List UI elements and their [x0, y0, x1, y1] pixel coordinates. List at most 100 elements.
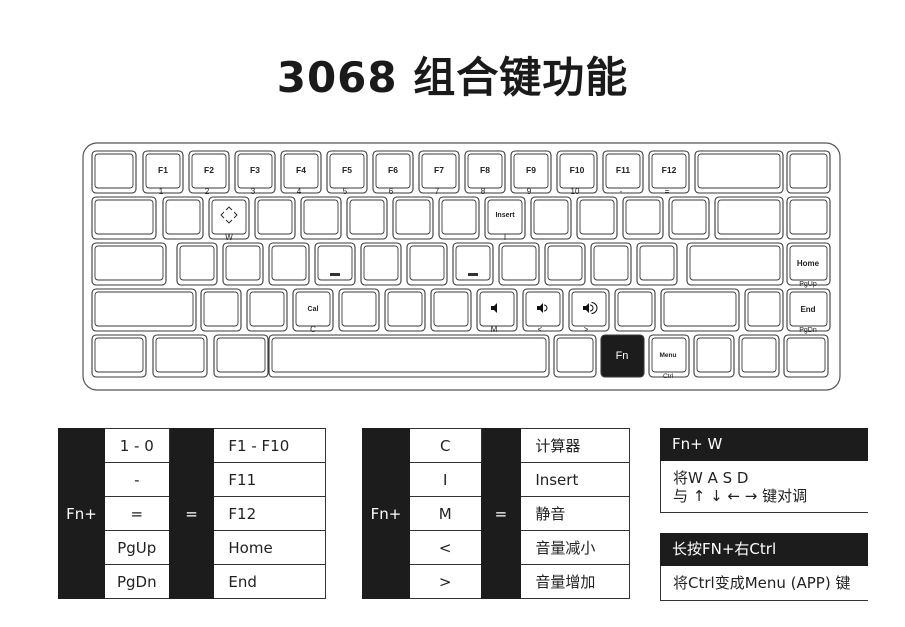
key-row2-3: [300, 196, 342, 240]
key-sub-legend: 5: [343, 187, 348, 196]
key-right-shift: [660, 288, 740, 332]
note-menu-key: 长按FN+右Ctrl 将Ctrl变成Menu (APP) 键: [660, 533, 868, 601]
key-sub-legend: 1: [159, 187, 164, 196]
key-row2-6: [438, 196, 480, 240]
key-left-alt: [213, 334, 269, 378]
key-win: [152, 334, 208, 378]
key-row2-8: [530, 196, 572, 240]
key-legend: Menu: [660, 352, 677, 359]
key-row3-4: [360, 242, 402, 286]
key-row3-7: [498, 242, 540, 286]
combo-key: M: [408, 496, 482, 531]
key-sub-legend: 2: [205, 187, 210, 196]
key-sub-legend: W: [225, 233, 233, 242]
key-down: [738, 334, 780, 378]
key-sub-legend: =: [665, 187, 670, 196]
key-sub-legend: Ctrl: [663, 373, 674, 380]
combo-result: Home: [213, 530, 326, 565]
key-row2-10: [622, 196, 664, 240]
key-row3-6: [452, 242, 494, 286]
key-sub-legend: <: [538, 325, 543, 334]
key-legend: Fn: [616, 350, 629, 362]
key-row4-0: [200, 288, 242, 332]
note-wasd-swap: Fn+ W 将W A S D 与 ↑ ↓ ← → 键对调: [660, 428, 868, 513]
key-right: [783, 334, 829, 378]
key-enter: [686, 242, 784, 286]
note-header: 长按FN+右Ctrl: [660, 533, 868, 566]
combo-key: <: [408, 530, 482, 565]
key-legend: F3: [250, 165, 260, 175]
key-up: [744, 288, 784, 332]
key-row3-10: [636, 242, 678, 286]
key-legend: F8: [480, 165, 490, 175]
key-right-alt: [553, 334, 597, 378]
equals-label: =: [480, 428, 522, 599]
key-legend: F1: [158, 165, 168, 175]
combo-result: End: [213, 564, 326, 599]
key-capslock: [91, 242, 167, 286]
key-sub-legend: PgDn: [799, 327, 817, 334]
key-sub-legend: 6: [389, 187, 394, 196]
key-left-shift: [91, 288, 197, 332]
key-row4-3: [338, 288, 380, 332]
key-sub-legend: C: [310, 325, 316, 334]
key-row4-1: [246, 288, 288, 332]
fn-prefix-label: Fn+: [58, 428, 105, 599]
key-sub-legend: >: [584, 325, 589, 334]
combo-key: I: [408, 462, 482, 497]
combo-result: F1 - F10: [213, 428, 326, 463]
key-sub-legend: 8: [481, 187, 486, 196]
key-sub-legend: 4: [297, 187, 302, 196]
key-legend: F7: [434, 165, 444, 175]
combo-key: PgDn: [103, 564, 170, 599]
key-sub-legend: 7: [435, 187, 440, 196]
note-line: 将Ctrl变成Menu (APP) 键: [673, 574, 851, 592]
key-sub-legend: M: [491, 325, 498, 334]
combo-key: PgUp: [103, 530, 170, 565]
key-legend: Home: [797, 259, 820, 268]
combo-key: -: [103, 462, 170, 497]
key-left: [693, 334, 735, 378]
combo-result: F12: [213, 496, 326, 531]
key-legend: End: [800, 305, 815, 314]
homing-bump-icon: [468, 273, 478, 276]
key-row3-9: [590, 242, 632, 286]
key-row3-5: [406, 242, 448, 286]
key-row2-11: [668, 196, 710, 240]
key-tab: [91, 196, 157, 240]
key-legend: F4: [296, 165, 306, 175]
key-backslash: [714, 196, 784, 240]
note-line: 将W A S D: [673, 469, 749, 487]
key-legend: F2: [204, 165, 214, 175]
key-row2-5: [392, 196, 434, 240]
key-esc: [91, 150, 137, 194]
key-delete: [786, 196, 831, 240]
combo-key: C: [408, 428, 482, 463]
note-body: 将Ctrl变成Menu (APP) 键: [660, 566, 868, 601]
key-legend: F11: [616, 165, 630, 175]
key-legend: F9: [526, 165, 536, 175]
key-row3-0: [176, 242, 218, 286]
key-legend: F5: [342, 165, 352, 175]
fn-combo-table-1: Fn+ 1 - 0 = F1 - F10 - F11 = F12 PgUp Ho…: [58, 428, 326, 599]
homing-bump-icon: [330, 273, 340, 276]
combo-key: 1 - 0: [103, 428, 170, 463]
key-row4-5: [430, 288, 472, 332]
key-row4-9: [614, 288, 656, 332]
combo-result: F11: [213, 462, 326, 497]
key-sub-legend: -: [620, 187, 623, 196]
combo-result: 音量减小: [520, 530, 630, 565]
combo-key: >: [408, 564, 482, 599]
note-body: 将W A S D 与 ↑ ↓ ← → 键对调: [660, 461, 868, 513]
keyboard-diagram: F11F22F33F44F55F66F77F88F99F1010F11-F12=…: [82, 142, 841, 391]
key-sub-legend: PgUp: [799, 281, 817, 288]
key-row3-2: [268, 242, 310, 286]
key-grave: [786, 150, 831, 194]
equals-label: =: [168, 428, 215, 599]
note-header: Fn+ W: [660, 428, 868, 461]
key-row2-9: [576, 196, 618, 240]
key-legend: F6: [388, 165, 398, 175]
fn-prefix-label: Fn+: [362, 428, 410, 599]
key-row4-4: [384, 288, 426, 332]
combo-result: 静音: [520, 496, 630, 531]
